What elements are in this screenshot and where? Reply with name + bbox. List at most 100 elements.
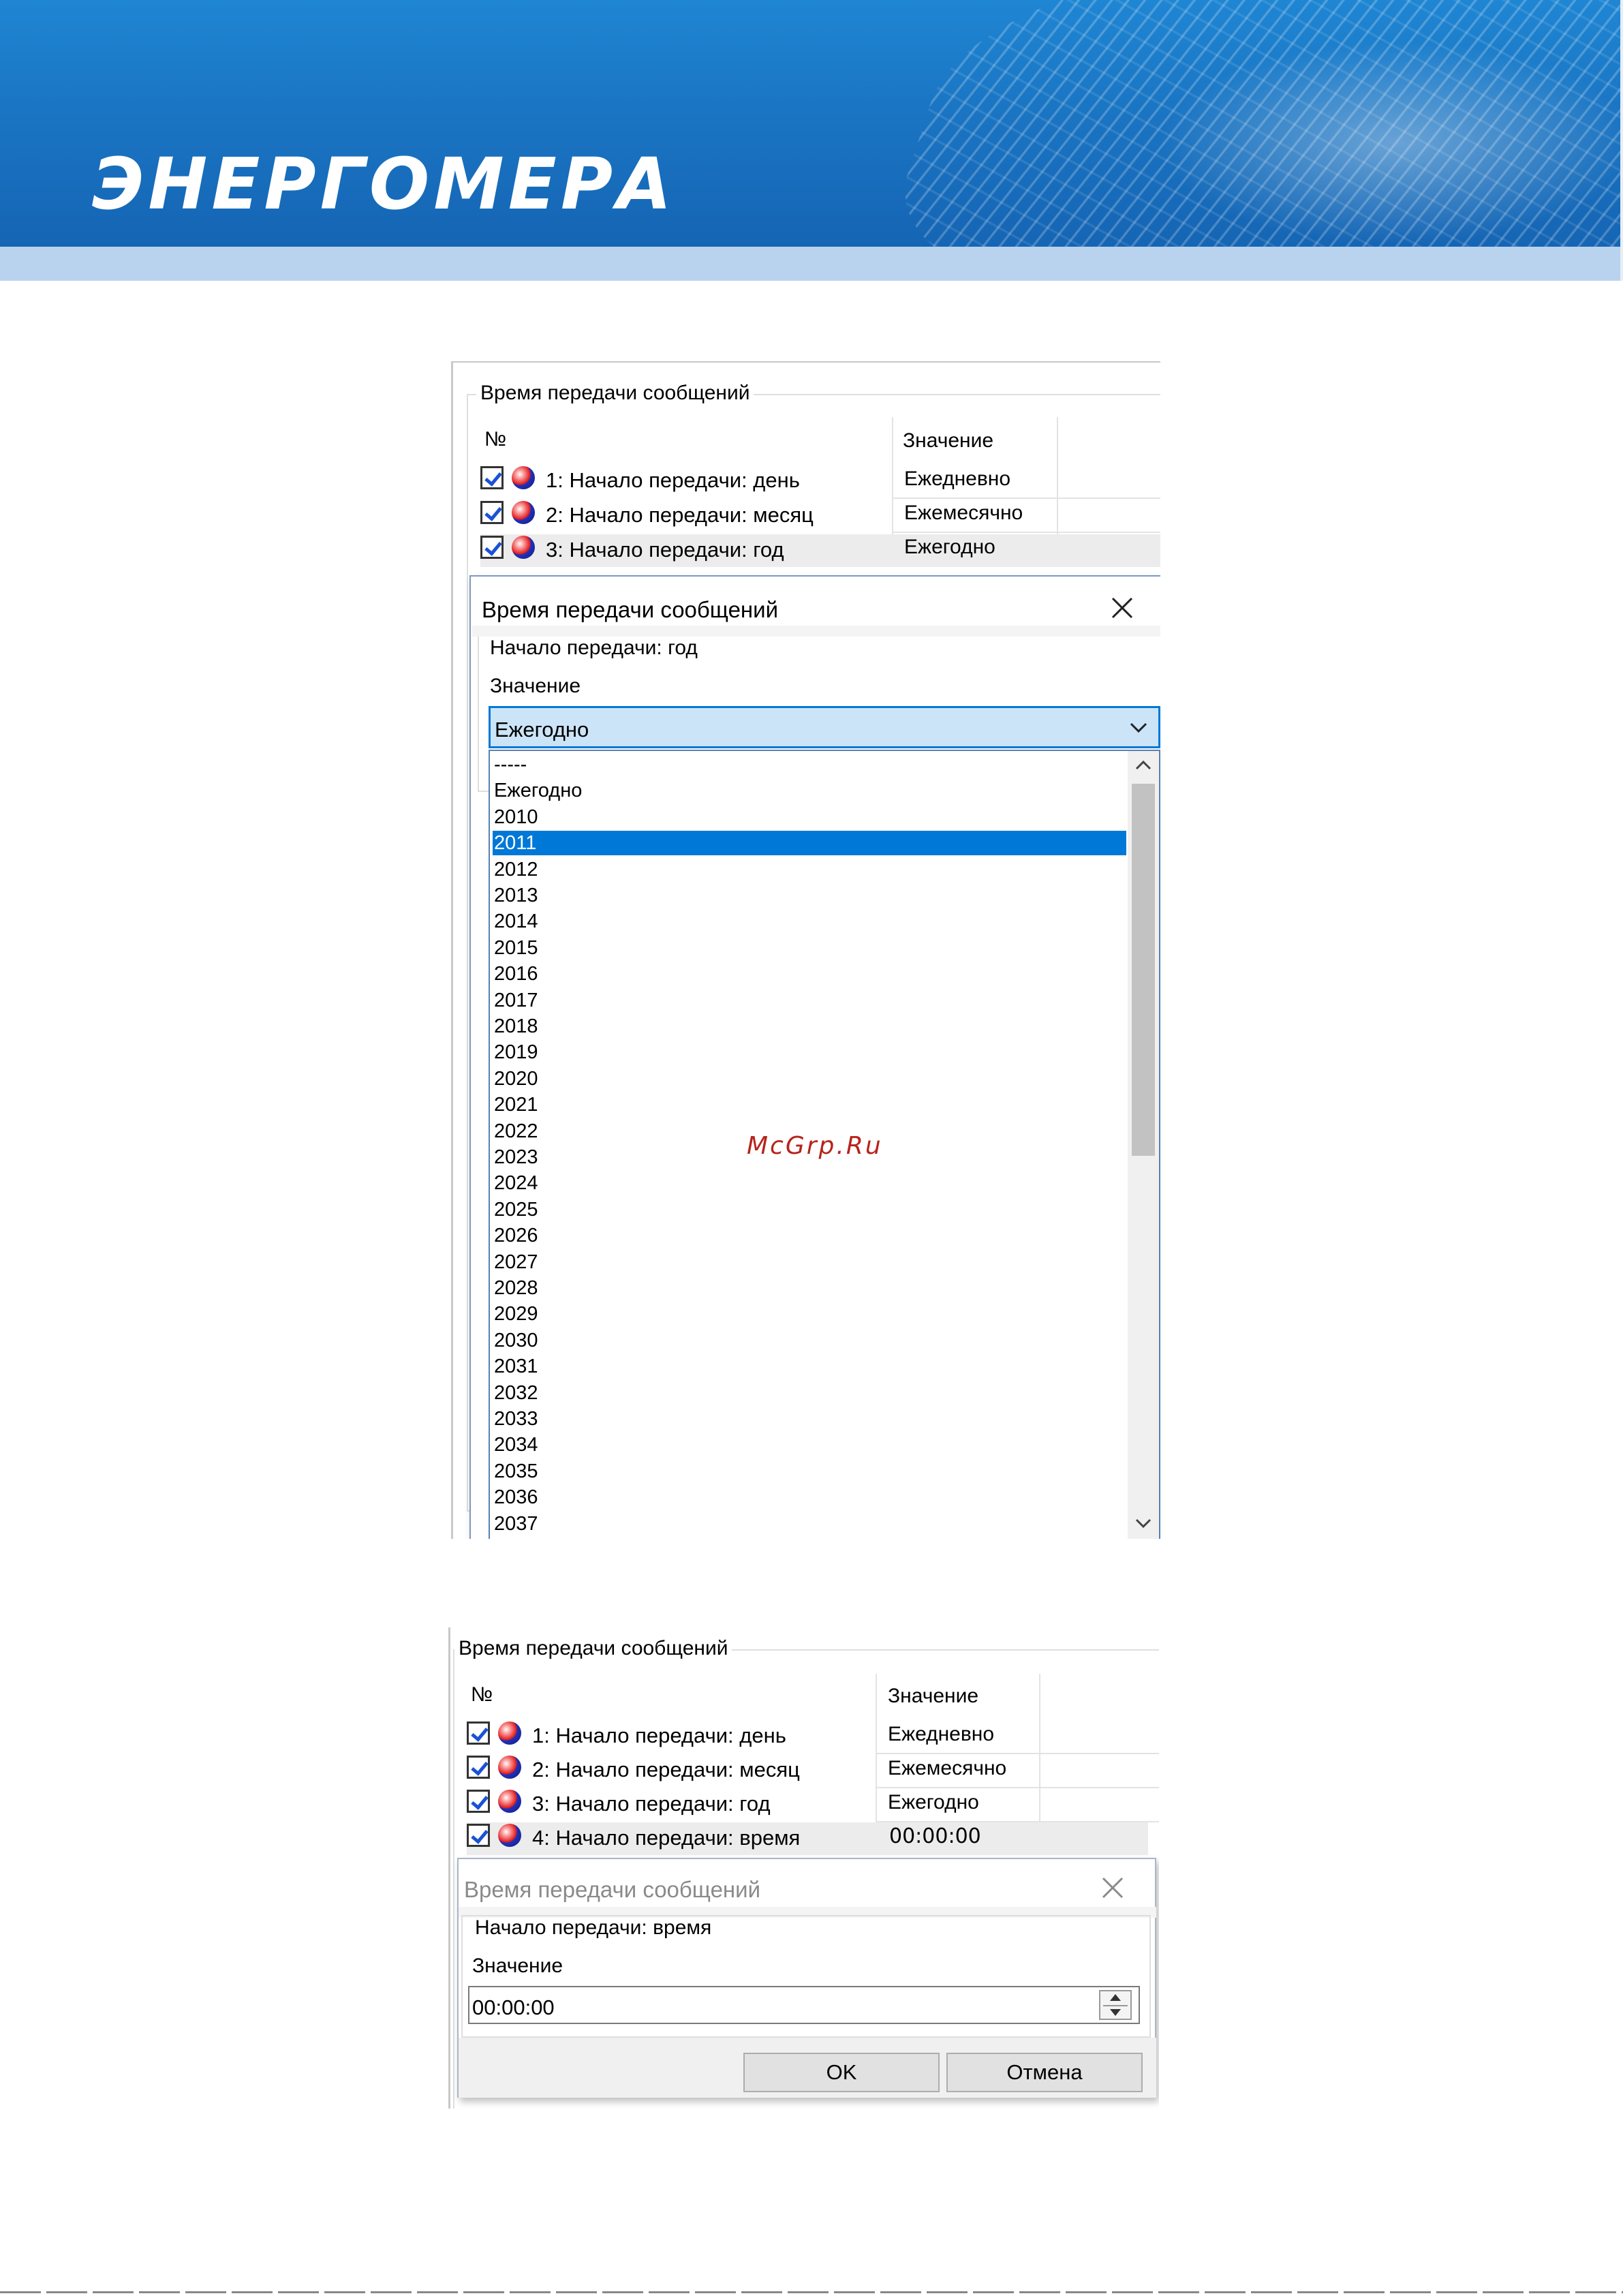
row-2-label[interactable]: 2: Начало передачи: месяц xyxy=(532,1759,800,1780)
row-4-checkbox[interactable] xyxy=(467,1824,490,1847)
time-input-value: 00:00:00 xyxy=(472,1995,555,2019)
year-option[interactable]: 2019 xyxy=(493,1040,1126,1065)
year-option[interactable]: 2029 xyxy=(493,1302,1126,1326)
row-3-status-ball-icon xyxy=(512,536,535,559)
time-input[interactable]: 00:00:00 xyxy=(468,1986,1140,2024)
scroll-thumb[interactable] xyxy=(1132,784,1155,1156)
year-option[interactable]: 2034 xyxy=(493,1433,1126,1457)
year-option[interactable]: 2018 xyxy=(493,1014,1126,1039)
row-1-checkbox[interactable] xyxy=(480,466,504,489)
scroll-up-icon[interactable] xyxy=(1133,758,1154,773)
time-dialog-group-title: Начало передачи: время xyxy=(472,1918,715,1938)
spin-divider xyxy=(1103,2005,1128,2006)
row-1-label[interactable]: 1: Начало передачи: день xyxy=(546,470,800,491)
row-1-status-ball-icon xyxy=(498,1721,521,1745)
year-combobox[interactable]: Ежегодно xyxy=(489,706,1160,748)
year-option[interactable]: 2015 xyxy=(493,936,1126,960)
row-2-checkbox[interactable] xyxy=(467,1756,490,1779)
ok-button[interactable]: OK xyxy=(743,2053,940,2092)
row-3-label[interactable]: 3: Начало передачи: год xyxy=(546,539,784,560)
year-option[interactable]: 2014 xyxy=(493,909,1126,934)
row-3-value[interactable]: Ежегодно xyxy=(888,1792,979,1813)
year-dialog: Время передачи сообщений Начало передачи… xyxy=(469,575,1160,1539)
row-4-status-ball-icon xyxy=(498,1824,521,1847)
close-icon[interactable] xyxy=(1099,1874,1126,1901)
watermark: McGrp.Ru xyxy=(747,1132,883,1160)
column-divider xyxy=(1039,1674,1040,1844)
column-divider xyxy=(876,1674,877,1844)
close-icon[interactable] xyxy=(1109,594,1136,622)
screenshot-time-dialog: Время передачи сообщений № Значение 1: Н… xyxy=(448,1627,1159,2109)
row-divider xyxy=(876,1753,1159,1754)
year-option[interactable]: 2012 xyxy=(493,857,1126,882)
row-divider xyxy=(876,1821,1159,1822)
header-edge xyxy=(1620,0,1623,281)
year-option[interactable]: 2017 xyxy=(493,988,1126,1013)
year-option[interactable]: 2026 xyxy=(493,1223,1126,1248)
row-1-status-ball-icon xyxy=(512,466,535,489)
header-banner: ЭНЕРГОМЕРА xyxy=(0,0,1623,247)
row-4-label[interactable]: 4: Начало передачи: время xyxy=(532,1827,800,1848)
group-title: Время передачи сообщений xyxy=(454,1638,732,1659)
year-option[interactable]: 2016 xyxy=(493,962,1126,986)
year-option[interactable]: 2010 xyxy=(493,805,1126,829)
time-dialog: Время передачи сообщений Начало передачи… xyxy=(457,1858,1156,2098)
row-2-checkbox[interactable] xyxy=(480,501,504,524)
energomera-logo: ЭНЕРГОМЕРА xyxy=(92,142,676,226)
row-divider xyxy=(876,1787,1159,1788)
year-combobox-value: Ежегодно xyxy=(495,718,589,741)
row-3-checkbox[interactable] xyxy=(467,1790,490,1813)
chevron-down-icon[interactable] xyxy=(1128,719,1149,735)
row-1-value[interactable]: Ежедневно xyxy=(904,469,1010,489)
row-1-label[interactable]: 1: Начало передачи: день xyxy=(532,1725,786,1746)
year-option[interactable]: 2020 xyxy=(493,1067,1126,1091)
column-header-number[interactable]: № xyxy=(484,429,506,450)
row-2-value[interactable]: Ежемесячно xyxy=(888,1758,1006,1779)
row-divider xyxy=(892,498,1160,499)
row-1-checkbox[interactable] xyxy=(467,1721,490,1745)
year-option[interactable]: 2037 xyxy=(493,1512,1126,1536)
year-option[interactable]: 2035 xyxy=(493,1459,1126,1484)
dropdown-scrollbar[interactable] xyxy=(1128,751,1159,1539)
header-band xyxy=(0,247,1623,281)
year-option[interactable]: 2028 xyxy=(493,1276,1126,1300)
time-dialog-title: Время передачи сообщений xyxy=(464,1877,761,1902)
year-option[interactable]: Ежегодно xyxy=(493,778,1126,803)
row-2-status-ball-icon xyxy=(498,1756,521,1779)
group-title: Время передачи сообщений xyxy=(476,383,754,403)
year-option[interactable]: 2033 xyxy=(493,1407,1126,1431)
time-dialog-field-label: Значение xyxy=(472,1955,563,1977)
column-header-number[interactable]: № xyxy=(471,1685,493,1705)
dialog-group-bg xyxy=(472,626,1160,637)
year-dialog-title: Время передачи сообщений xyxy=(482,597,779,622)
spin-up-icon[interactable] xyxy=(1110,1994,1121,2001)
banner-glow-graphic xyxy=(1158,41,1623,245)
row-1-value[interactable]: Ежедневно xyxy=(888,1724,994,1745)
row-2-value[interactable]: Ежемесячно xyxy=(904,503,1023,523)
year-dialog-field-label: Значение xyxy=(490,675,581,697)
scroll-down-icon[interactable] xyxy=(1133,1516,1154,1531)
year-option[interactable]: 2025 xyxy=(493,1197,1126,1222)
year-option[interactable]: 2036 xyxy=(493,1485,1126,1510)
year-option[interactable]: 2032 xyxy=(493,1381,1126,1405)
column-header-value[interactable]: Значение xyxy=(903,431,993,451)
row-3-label[interactable]: 3: Начало передачи: год xyxy=(532,1793,771,1814)
spin-down-icon[interactable] xyxy=(1110,2009,1121,2016)
row-2-label[interactable]: 2: Начало передачи: месяц xyxy=(546,504,814,525)
year-option[interactable]: 2021 xyxy=(493,1092,1126,1117)
year-option[interactable]: 2013 xyxy=(493,883,1126,908)
year-option[interactable]: 2024 xyxy=(493,1171,1126,1195)
year-option[interactable]: 2011 xyxy=(493,831,1126,856)
time-spinner[interactable] xyxy=(1099,1990,1132,2020)
year-option[interactable]: 2027 xyxy=(493,1250,1126,1274)
cancel-button[interactable]: Отмена xyxy=(946,2053,1143,2092)
row-divider xyxy=(892,532,1160,533)
row-3-checkbox[interactable] xyxy=(480,536,504,559)
year-option[interactable]: 2030 xyxy=(493,1328,1126,1353)
year-option[interactable]: 2031 xyxy=(493,1354,1126,1379)
row-4-value[interactable]: 00:00:00 xyxy=(889,1826,981,1847)
year-option[interactable]: ----- xyxy=(493,752,1126,777)
row-3-value[interactable]: Ежегодно xyxy=(904,537,995,557)
row-3-status-ball-icon xyxy=(498,1790,521,1813)
column-header-value[interactable]: Значение xyxy=(888,1686,978,1706)
